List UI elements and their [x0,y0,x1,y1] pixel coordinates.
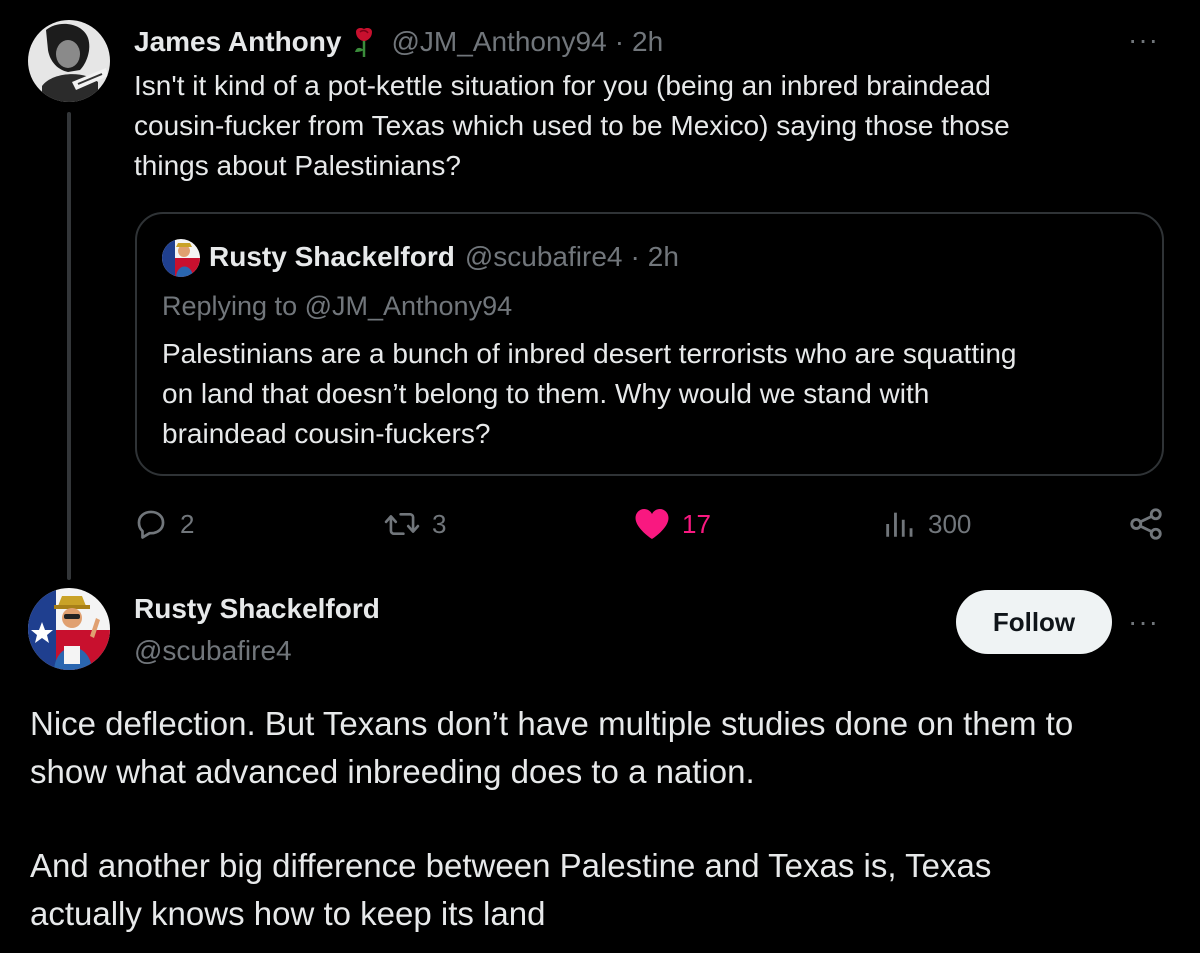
bar-chart-icon [886,512,913,537]
quoted-tweet-timestamp: 2h [647,241,679,272]
reply-button[interactable]: 2 [134,504,194,544]
rose-emoji-icon [351,26,377,58]
reply-text: Nice deflection. But Texans don’t have m… [30,700,1180,938]
replying-to-label: Replying to @JM_Anthony94 [162,291,513,321]
repost-button[interactable]: 3 [384,504,446,544]
quoted-tweet-text: Palestinians are a bunch of inbred deser… [162,334,1016,454]
reply-author-name[interactable]: Rusty Shackelford [134,588,380,630]
reply-text-line: Nice deflection. But Texans don’t have m… [30,705,1074,742]
tweet-text-line: things about Palestinians? [134,150,461,181]
follow-button[interactable]: Follow [956,590,1112,654]
repost-arrows-icon [384,512,420,536]
separator-dot: · [630,241,640,272]
like-count: 17 [682,508,711,539]
author-handle[interactable]: @JM_Anthony94 [391,22,606,62]
author-name[interactable]: James Anthony [134,22,341,62]
reply-text-line: show what advanced inbreeding does to a … [30,753,755,790]
quoted-author-handle[interactable]: @scubafire4 [465,236,623,278]
repost-count: 3 [432,508,447,539]
avatar-photo-icon [28,588,110,670]
tweet-header: James Anthony @JM_Anthony94 · 2h [134,22,663,62]
quoted-text-line: Palestinians are a bunch of inbred deser… [162,338,1017,369]
reply-text-line: And another big difference between Pales… [30,847,992,884]
quoted-author-avatar [162,239,200,277]
author-avatar[interactable] [28,20,110,102]
views-count: 300 [928,508,972,539]
quoted-text-line: braindead cousin-fuckers? [162,418,491,449]
like-button[interactable]: 17 [634,504,711,544]
share-button[interactable] [1128,504,1164,544]
more-options-icon[interactable]: ··· [1128,26,1159,54]
views-button[interactable]: 300 [882,504,971,544]
reply-author-avatar[interactable] [28,588,110,670]
tweet-text-line: cousin-fucker from Texas which used to b… [134,110,1010,141]
tweet-text-line: Isn't it kind of a pot-kettle situation … [134,70,991,101]
reply-text-line: actually knows how to keep its land [30,895,546,932]
heart-icon [635,509,669,539]
share-nodes-icon [1130,508,1162,540]
avatar-photo-icon [162,239,200,277]
quoted-tweet-header: Rusty Shackelford @scubafire4 · 2h [209,236,679,278]
quoted-tweet-card[interactable]: Rusty Shackelford @scubafire4 · 2h Reply… [135,212,1164,476]
separator-dot: · [614,26,625,57]
tweet-text: Isn't it kind of a pot-kettle situation … [134,66,1144,186]
reply-author-handle[interactable]: @scubafire4 [134,630,292,672]
thread-connector-line [67,112,71,580]
quoted-text-line: on land that doesn’t belong to them. Why… [162,378,930,409]
speech-bubble-icon [137,510,165,539]
more-options-icon[interactable]: ··· [1128,608,1159,636]
avatar-photo-icon [28,20,110,102]
tweet-timestamp[interactable]: 2h [632,22,663,62]
quoted-author-name[interactable]: Rusty Shackelford [209,236,455,278]
reply-count: 2 [180,508,195,539]
